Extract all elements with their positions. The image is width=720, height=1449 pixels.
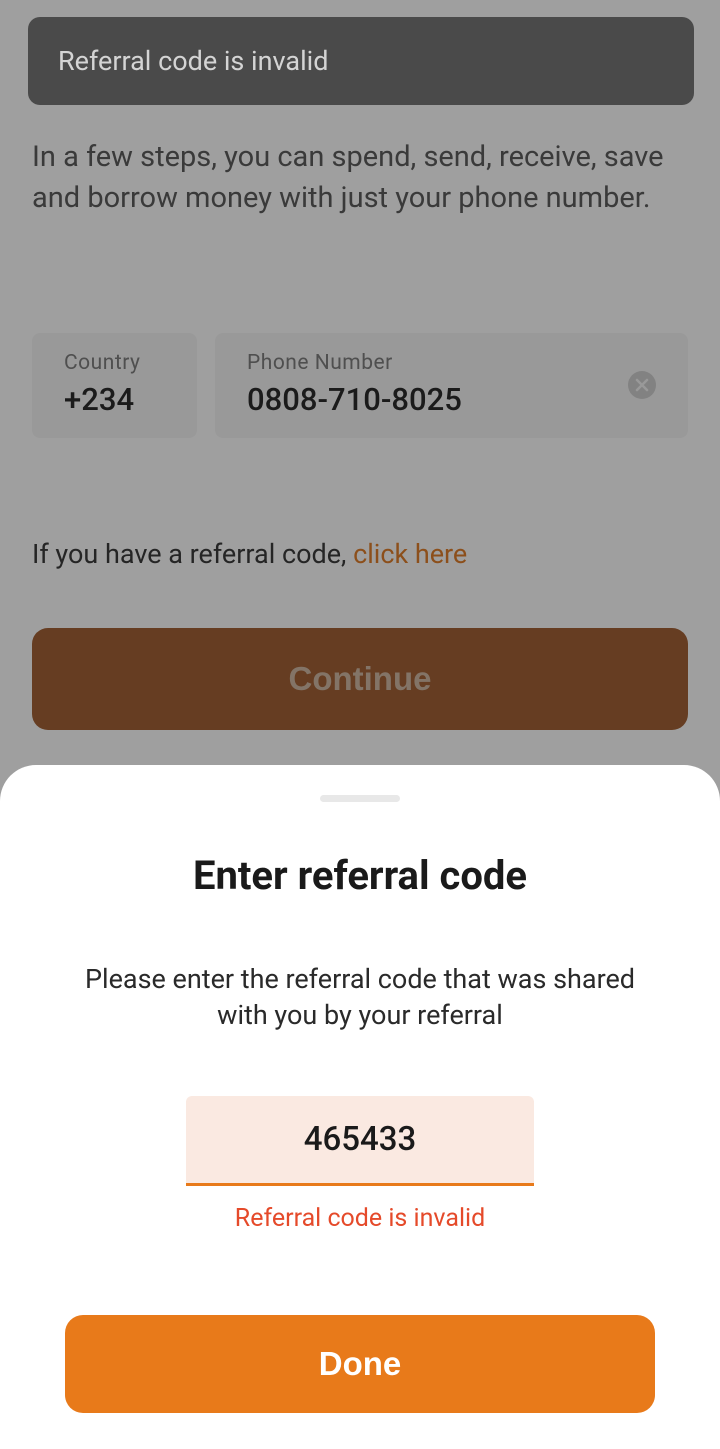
sheet-title: Enter referral code bbox=[0, 852, 720, 899]
toast-message: Referral code is invalid bbox=[58, 45, 328, 77]
sheet-drag-handle[interactable] bbox=[320, 795, 400, 802]
error-toast: Referral code is invalid bbox=[28, 17, 694, 105]
referral-code-input[interactable] bbox=[186, 1096, 534, 1186]
done-button[interactable]: Done bbox=[65, 1315, 655, 1413]
referral-code-sheet: Enter referral code Please enter the ref… bbox=[0, 765, 720, 1449]
sheet-description: Please enter the referral code that was … bbox=[0, 961, 720, 1034]
referral-error-text: Referral code is invalid bbox=[0, 1204, 720, 1233]
